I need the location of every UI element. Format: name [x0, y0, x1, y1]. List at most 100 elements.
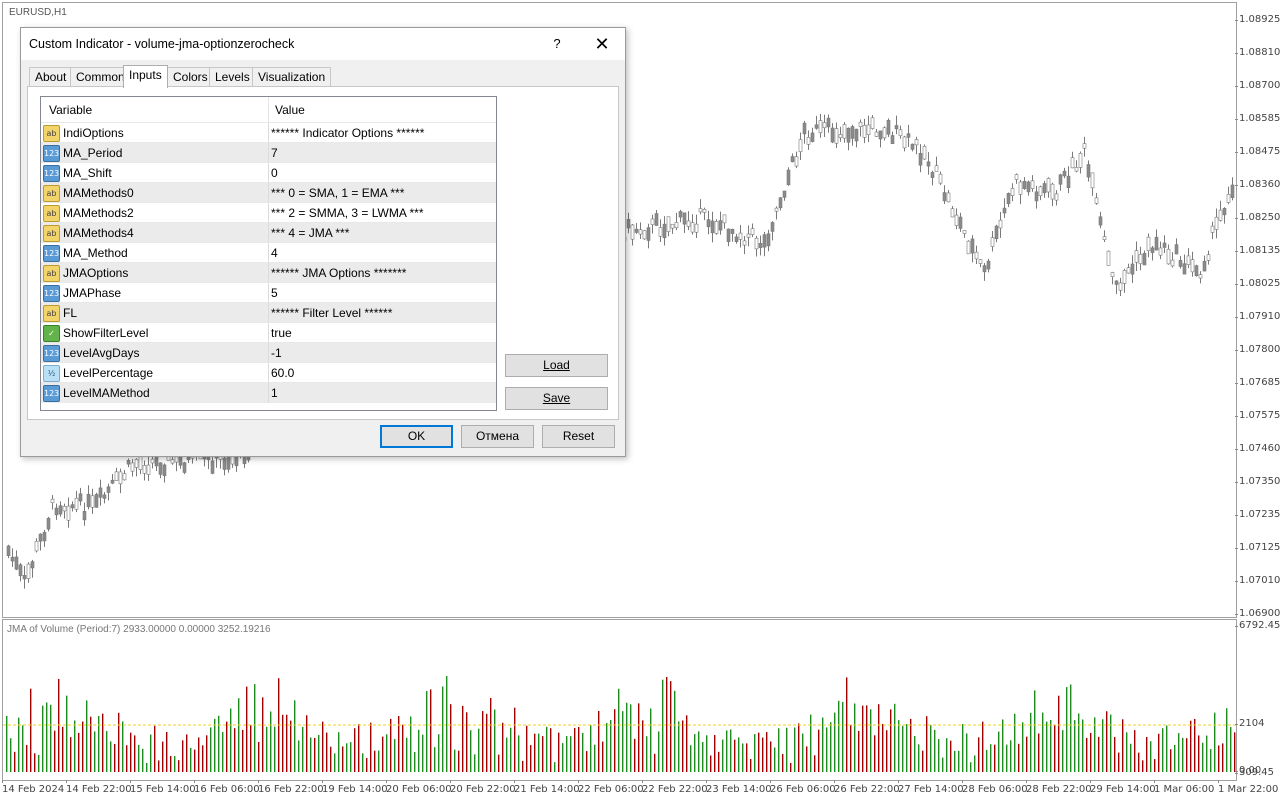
input-row-indioptions[interactable]: ab IndiOptions ****** Indicator Options **…	[41, 122, 496, 143]
reset-button[interactable]: Reset	[542, 425, 615, 448]
volume-bar	[98, 715, 100, 772]
variable-value[interactable]: 0	[271, 166, 278, 180]
ok-button[interactable]: OK	[380, 425, 453, 448]
candle-body	[1198, 274, 1203, 279]
candle-body	[822, 122, 827, 129]
volume-bar	[1230, 727, 1232, 772]
tab-about[interactable]: About	[29, 67, 73, 87]
volume-bar	[162, 741, 164, 772]
variable-value[interactable]: ****** Indicator Options ******	[271, 126, 424, 140]
volume-bar	[750, 759, 752, 772]
column-header-variable[interactable]: Variable	[49, 103, 92, 117]
time-tick: 22 Feb 06:00	[578, 780, 644, 795]
cancel-button[interactable]: Отмена	[461, 425, 534, 448]
tab-colors[interactable]: Colors	[167, 67, 214, 87]
variable-value[interactable]: 7	[271, 146, 278, 160]
volume-bar	[886, 730, 888, 772]
input-row-fl[interactable]: ab FL ****** Filter Level ******	[41, 302, 496, 323]
candle-body	[1114, 280, 1119, 285]
candle-body	[978, 259, 983, 264]
volume-bar	[534, 733, 536, 772]
close-button[interactable]: ✕	[591, 33, 613, 55]
volume-bar	[994, 744, 996, 772]
input-row-levelavgdays[interactable]: 123 LevelAvgDays -1	[41, 342, 496, 363]
candle-body	[114, 471, 119, 481]
variable-value[interactable]: *** 0 = SMA, 1 = EMA ***	[271, 186, 404, 200]
volume-bar	[798, 723, 800, 772]
volume-bar	[942, 757, 944, 772]
candle-body	[970, 238, 975, 254]
help-button[interactable]: ?	[549, 34, 565, 54]
input-row-ma_method[interactable]: 123 MA_Method 4	[41, 242, 496, 263]
integer-type-icon: 123	[43, 245, 60, 262]
volume-bar	[914, 735, 916, 772]
tab-common[interactable]: Common	[70, 67, 131, 87]
input-row-ma_shift[interactable]: 123 MA_Shift 0	[41, 162, 496, 183]
candle-body	[946, 192, 951, 203]
volume-bar	[806, 746, 808, 772]
volume-bar	[374, 750, 376, 772]
input-row-ma_period[interactable]: 123 MA_Period 7	[41, 142, 496, 163]
input-row-jmaphase[interactable]: 123 JMAPhase 5	[41, 282, 496, 303]
variable-name: MA_Period	[63, 146, 123, 160]
volume-bar	[1198, 735, 1200, 772]
variable-value[interactable]: *** 2 = SMMA, 3 = LWMA ***	[271, 206, 424, 220]
tab-visualization[interactable]: Visualization	[252, 67, 332, 87]
variable-value[interactable]: 1	[271, 386, 278, 400]
indicator-label: JMA of Volume (Period:7) 2933.00000 0.00…	[7, 624, 271, 635]
candle-body	[898, 129, 903, 137]
string-type-icon: ab	[43, 125, 60, 142]
volume-bar	[10, 738, 12, 772]
input-row-mamethods2[interactable]: ab MAMethods2 *** 2 = SMMA, 3 = LWMA ***	[41, 202, 496, 223]
candle-body	[1226, 194, 1231, 203]
tab-levels[interactable]: Levels	[209, 67, 256, 87]
volume-bar	[618, 688, 620, 772]
variable-value[interactable]: *** 4 = JMA ***	[271, 226, 349, 240]
dialog-title-bar[interactable]: Custom Indicator - volume-jma-optionzero…	[21, 28, 625, 60]
variable-value[interactable]: 60.0	[271, 366, 294, 380]
volume-bar	[1062, 730, 1064, 772]
price-tick: 1.07800	[1234, 344, 1280, 355]
save-button[interactable]: Save	[505, 387, 608, 410]
volume-bar	[186, 734, 188, 772]
load-button[interactable]: Load	[505, 354, 608, 377]
input-row-mamethods4[interactable]: ab MAMethods4 *** 4 = JMA ***	[41, 222, 496, 243]
indicator-window[interactable]: JMA of Volume (Period:7) 2933.00000 0.00…	[2, 619, 1237, 781]
tab-inputs[interactable]: Inputs	[123, 65, 168, 88]
candle-body	[1030, 180, 1035, 189]
input-row-jmaoptions[interactable]: ab JMAOptions ****** JMA Options *******	[41, 262, 496, 283]
volume-bar	[142, 748, 144, 772]
volume-bar	[418, 729, 420, 772]
candle-body	[986, 260, 991, 270]
input-row-levelpercentage[interactable]: ½ LevelPercentage 60.0	[41, 362, 496, 383]
volume-bar	[1006, 744, 1008, 772]
price-tick: 1.07235	[1234, 509, 1280, 520]
volume-bar	[698, 731, 700, 772]
candle-body	[1102, 236, 1107, 240]
candle-body	[42, 531, 47, 542]
volume-bar	[34, 753, 36, 772]
candle-body	[702, 208, 707, 213]
variable-value[interactable]: -1	[271, 346, 282, 360]
input-row-showfilterlevel[interactable]: ✓ ShowFilterLevel true	[41, 322, 496, 343]
variable-value[interactable]: true	[271, 326, 292, 340]
volume-bar	[170, 755, 172, 772]
volume-bar	[1214, 712, 1216, 772]
variable-value[interactable]: 5	[271, 286, 278, 300]
candle-body	[974, 251, 979, 260]
variable-value[interactable]: ****** Filter Level ******	[271, 306, 392, 320]
volume-bar	[38, 754, 40, 772]
volume-bar	[658, 731, 660, 772]
volume-bar	[458, 750, 460, 772]
cell-divider	[268, 203, 269, 223]
variable-value[interactable]: ****** JMA Options *******	[271, 266, 406, 280]
input-row-mamethods0[interactable]: ab MAMethods0 *** 0 = SMA, 1 = EMA ***	[41, 182, 496, 203]
volume-bar	[282, 714, 284, 772]
volume-bar	[1114, 737, 1116, 772]
candle-body	[678, 211, 683, 218]
grid-header: Variable Value	[41, 97, 496, 122]
volume-bar	[894, 703, 896, 772]
variable-value[interactable]: 4	[271, 246, 278, 260]
column-header-value[interactable]: Value	[275, 103, 305, 117]
input-row-levelmamethod[interactable]: 123 LevelMAMethod 1	[41, 382, 496, 403]
